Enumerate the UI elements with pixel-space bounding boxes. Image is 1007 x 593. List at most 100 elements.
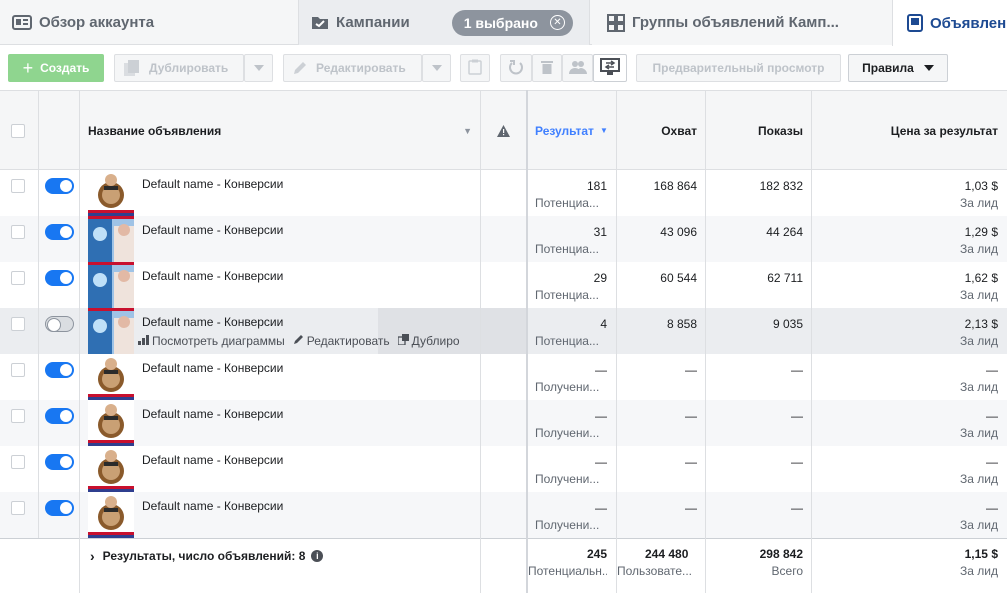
ad-status-toggle[interactable]	[45, 178, 74, 197]
rules-label: Правила	[862, 61, 914, 75]
tab-campaigns[interactable]: Кампании 1 выбрано ✕	[298, 0, 590, 45]
total-impressions-sub: Всего	[771, 564, 803, 578]
results-summary: › Результаты, число объявлений: 8 i	[90, 548, 324, 564]
table-header: Название объявления ▼ Результат ▼ Охват …	[0, 90, 1007, 170]
users-icon	[568, 60, 587, 77]
row-checkbox[interactable]	[11, 179, 25, 196]
ad-thumbnail	[88, 446, 134, 492]
reach-value: —	[685, 409, 697, 423]
edit-button[interactable]: Редактировать	[283, 54, 422, 82]
clear-selection-icon[interactable]: ✕	[549, 15, 565, 30]
ad-name[interactable]: Default name - Конверсии	[142, 407, 283, 421]
ad-status-toggle[interactable]	[45, 500, 74, 519]
ad-status-toggle[interactable]	[45, 270, 74, 289]
select-all-checkbox[interactable]	[11, 91, 25, 170]
column-header-results[interactable]: Результат ▼	[535, 91, 615, 170]
delete-button[interactable]	[532, 54, 562, 82]
column-header-cost[interactable]: Цена за результат	[812, 91, 998, 170]
column-header-reach[interactable]: Охват	[617, 91, 697, 170]
ad-name[interactable]: Default name - Конверсии	[142, 223, 283, 237]
compare-button[interactable]	[593, 54, 627, 82]
paste-button[interactable]	[460, 54, 490, 82]
row-checkbox[interactable]	[11, 225, 25, 242]
preview-button[interactable]: Предварительный просмотр	[636, 54, 841, 82]
reach-value: —	[685, 363, 697, 377]
ad-status-toggle[interactable]	[45, 224, 74, 243]
table-row[interactable]: Default name - Конверсии 31 Потенциа... …	[0, 216, 1007, 262]
column-header-label: Охват	[661, 123, 697, 138]
duplicate-label: Дублиро	[411, 334, 460, 348]
caret-down-icon	[431, 65, 442, 71]
ad-name[interactable]: Default name - Конверсии	[142, 453, 283, 467]
results-type: Получени...	[535, 518, 600, 532]
column-header-impressions[interactable]: Показы	[706, 91, 803, 170]
duplicate-button[interactable]: Дублировать	[114, 54, 244, 82]
cost-value: —	[986, 409, 998, 423]
sort-caret-icon[interactable]: ▼	[463, 126, 472, 136]
ad-name[interactable]: Default name - Конверсии	[142, 361, 283, 375]
ad-name[interactable]: Default name - Конверсии	[142, 499, 283, 513]
grid-icon	[607, 13, 625, 32]
ad-name[interactable]: Default name - Конверсии	[142, 269, 283, 283]
ad-name[interactable]: Default name - Конверсии	[142, 177, 283, 191]
ad-thumbnail	[88, 354, 134, 400]
duplicate-dropdown-button[interactable]	[244, 54, 273, 82]
results-type: Потенциа...	[535, 196, 599, 210]
create-button[interactable]: + Создать	[8, 54, 104, 82]
table-row[interactable]: Default name - Конверсии 181 Потенциа...…	[0, 170, 1007, 216]
table-row[interactable]: Default name - Конверсии — Получени... —…	[0, 400, 1007, 446]
ad-name[interactable]: Default name - Конверсии	[142, 315, 283, 329]
ad-thumbnail	[88, 262, 134, 308]
selected-count-chip[interactable]: 1 выбрано ✕	[451, 9, 573, 36]
compare-icon	[600, 57, 620, 79]
sort-down-icon: ▼	[600, 126, 608, 135]
edit-link[interactable]: Редактировать	[293, 334, 390, 348]
bar-chart-icon	[138, 334, 149, 348]
undo-button[interactable]	[500, 54, 532, 82]
table-footer: › Результаты, число объявлений: 8 i 245 …	[0, 538, 1007, 593]
cost-value: 1,62 $	[964, 271, 998, 285]
results-value: —	[595, 501, 607, 515]
results-type: Потенциа...	[535, 334, 599, 348]
table-row[interactable]: Default name - Конверсии — Получени... —…	[0, 492, 1007, 538]
tab-ad-sets[interactable]: Группы объявлений Камп...	[592, 0, 892, 45]
overview-icon	[12, 14, 32, 31]
warning-icon	[497, 91, 510, 170]
edit-dropdown-button[interactable]	[422, 54, 451, 82]
reach-value: 60 544	[660, 271, 697, 285]
cost-type: За лид	[960, 426, 998, 440]
cost-type: За лид	[960, 380, 998, 394]
results-value: 31	[593, 225, 607, 239]
duplicate-link[interactable]: Дублиро	[396, 334, 460, 348]
ad-status-toggle[interactable]	[45, 408, 74, 427]
row-checkbox[interactable]	[11, 455, 25, 472]
rules-dropdown[interactable]: Правила	[848, 54, 948, 82]
table-row[interactable]: Default name - Конверсии — Получени... —…	[0, 446, 1007, 492]
info-icon[interactable]: i	[311, 550, 324, 562]
ad-status-toggle[interactable]	[45, 362, 74, 381]
audience-button[interactable]	[562, 54, 593, 82]
tab-account-overview[interactable]: Обзор аккаунта	[12, 0, 295, 45]
table-row[interactable]: Default name - Конверсии 4 Потенциа... 8…	[0, 308, 1007, 354]
ad-status-toggle[interactable]	[45, 316, 74, 335]
row-checkbox[interactable]	[11, 317, 25, 334]
tab-label: Группы объявлений Камп...	[632, 14, 839, 31]
impressions-value: —	[791, 501, 803, 515]
tab-ads[interactable]: Объявлени	[892, 0, 1007, 46]
reach-value: 43 096	[660, 225, 697, 239]
row-checkbox[interactable]	[11, 363, 25, 380]
table-row[interactable]: Default name - Конверсии — Получени... —…	[0, 354, 1007, 400]
column-header-name[interactable]: Название объявления ▼	[88, 91, 478, 170]
view-charts-link[interactable]: Посмотреть диаграммы	[138, 334, 285, 348]
table-row[interactable]: Default name - Конверсии 29 Потенциа... …	[0, 262, 1007, 308]
edit-label: Редактировать	[306, 334, 390, 348]
navigation-tabs: Обзор аккаунта Кампании 1 выбрано ✕ Груп…	[0, 0, 1007, 46]
row-checkbox[interactable]	[11, 409, 25, 426]
row-checkbox[interactable]	[11, 271, 25, 288]
column-header-label: Показы	[758, 123, 803, 138]
ad-status-toggle[interactable]	[45, 454, 74, 473]
expand-chevron-icon[interactable]: ›	[90, 548, 95, 564]
caret-down-icon	[253, 65, 264, 71]
row-checkbox[interactable]	[11, 501, 25, 518]
ad-thumbnail	[88, 492, 134, 538]
